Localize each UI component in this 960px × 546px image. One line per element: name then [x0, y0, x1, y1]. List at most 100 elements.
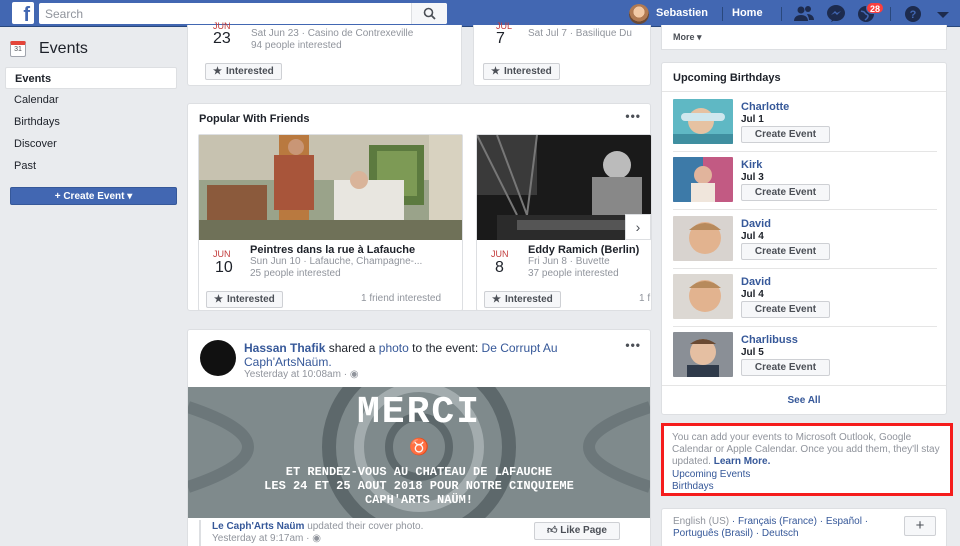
user-name-link[interactable]: Sebastien: [656, 7, 708, 19]
event-card[interactable]: JUL 7 Sat Jul 7 · Basilique Du ★ Interest…: [473, 21, 651, 86]
create-event-button[interactable]: Create Event: [741, 126, 830, 143]
post-timestamp[interactable]: Yesterday at 10:08am · ◉: [244, 369, 359, 380]
export-description: You can add your events to Microsoft Out…: [672, 432, 940, 467]
birthday-date: Jul 5: [741, 347, 764, 358]
author-link[interactable]: Hassan Thafik: [244, 341, 325, 355]
event-details: Sat Jul 7 · Basilique Du: [528, 28, 632, 39]
language-link[interactable]: Deutsch: [762, 528, 799, 539]
page-link[interactable]: Le Caph'Arts Naüm: [212, 521, 304, 532]
interested-label: Interested: [226, 294, 275, 305]
like-page-button[interactable]: 👍︎ Like Page: [534, 522, 620, 540]
star-icon: ★: [214, 294, 223, 305]
sidebar-item-events[interactable]: Events: [5, 67, 177, 89]
interested-button[interactable]: ★ Interested: [483, 63, 560, 80]
birthday-row: Charlotte Jul 1 Create Event: [673, 99, 937, 147]
sidebar-item-birthdays[interactable]: Birthdays: [5, 111, 177, 133]
timestamp-text: Yesterday at 9:17am ·: [212, 533, 310, 544]
more-card: More ▾: [661, 25, 947, 50]
friend-name-link[interactable]: Charlotte: [741, 101, 789, 113]
card-title: Popular With Friends: [199, 113, 310, 125]
birthday-date: Jul 4: [741, 231, 764, 242]
language-link[interactable]: Português (Brasil): [673, 528, 753, 539]
friends-interested: 1 friend interested: [361, 293, 442, 304]
upcoming-events-export-link[interactable]: Upcoming Events: [672, 469, 750, 480]
friend-requests-icon[interactable]: [793, 4, 815, 24]
add-language-plus-icon[interactable]: +: [904, 516, 936, 536]
more-options-icon[interactable]: •••: [625, 109, 641, 123]
home-link[interactable]: Home: [732, 7, 763, 19]
post-header: Hassan Thafik shared a photo to the even…: [244, 341, 614, 369]
sidebar-item-calendar[interactable]: Calendar: [5, 89, 177, 111]
event-card[interactable]: JUN 10 Peintres dans la rue à Lafauche S…: [198, 134, 463, 311]
feed-post: Hassan Thafik shared a photo to the even…: [187, 329, 651, 546]
event-month: JUN: [213, 249, 231, 259]
messenger-icon[interactable]: [825, 4, 847, 24]
event-photo: [199, 135, 462, 240]
globe-privacy-icon: ◉: [312, 533, 321, 544]
see-all-link[interactable]: See All: [662, 395, 946, 406]
taurus-symbol-icon: ♉: [409, 439, 429, 456]
event-card[interactable]: JUN 23 Sat Jun 23 · Casino de Contrexevi…: [187, 21, 462, 86]
friend-photo[interactable]: [673, 157, 733, 202]
interested-button[interactable]: ★ Interested: [484, 291, 561, 308]
calendar-export-notice: You can add your events to Microsoft Out…: [661, 423, 953, 496]
upcoming-events-row: JUN 23 Sat Jun 23 · Casino de Contrexevi…: [187, 21, 651, 88]
sidebar-item-past[interactable]: Past: [5, 155, 177, 177]
friend-name-link[interactable]: Charlibuss: [741, 334, 798, 346]
interested-button[interactable]: ★ Interested: [206, 291, 283, 308]
event-name[interactable]: Eddy Ramich (Berlin): [528, 244, 639, 256]
more-link[interactable]: More ▾: [673, 32, 702, 43]
photo-link[interactable]: photo: [379, 341, 409, 355]
next-arrow-chevron-right-icon[interactable]: ›: [625, 214, 651, 240]
like-page-label: Like Page: [560, 525, 607, 536]
language-link[interactable]: Español: [826, 516, 862, 527]
birthday-date: Jul 3: [741, 172, 764, 183]
friend-photo[interactable]: [673, 332, 733, 377]
birthdays-export-link[interactable]: Birthdays: [672, 481, 714, 492]
page-title: Events: [39, 40, 88, 57]
search-box: [39, 3, 447, 24]
caption-line: CAPH'ARTS NAÜM!: [364, 493, 474, 507]
event-card[interactable]: › JUN 8 Eddy Ramich (Berlin) Fri Jun 8 ·…: [476, 134, 652, 311]
learn-more-link[interactable]: Learn More.: [714, 456, 771, 467]
thumbs-up-icon: 👍︎: [547, 525, 561, 536]
star-icon: ★: [491, 66, 500, 77]
globe-privacy-icon: ◉: [349, 369, 359, 380]
interested-button[interactable]: ★ Interested: [205, 63, 282, 80]
sidebar-item-discover[interactable]: Discover: [5, 133, 177, 155]
friend-name-link[interactable]: David: [741, 218, 771, 230]
author-avatar[interactable]: [200, 340, 236, 376]
event-day: 23: [213, 30, 231, 47]
divider: [673, 326, 937, 327]
account-menu-chevron-down-icon[interactable]: [932, 4, 954, 24]
caret-down-icon: ▾: [127, 191, 133, 202]
interested-label: Interested: [503, 66, 552, 77]
event-name[interactable]: Peintres dans la rue à Lafauche: [250, 244, 415, 256]
facebook-logo-icon[interactable]: f: [12, 2, 34, 24]
export-text: You can add your events to Microsoft Out…: [672, 432, 944, 468]
calendar-icon: 31: [10, 41, 26, 57]
event-month: JUN: [491, 249, 509, 259]
search-button[interactable]: [411, 3, 447, 24]
friend-name-link[interactable]: Kirk: [741, 159, 762, 171]
more-options-icon[interactable]: •••: [625, 338, 641, 352]
create-event-button[interactable]: Create Event: [741, 359, 830, 376]
friend-photo[interactable]: [673, 216, 733, 261]
popular-with-friends-card: Popular With Friends ••• JUN 10 Peintres…: [187, 103, 652, 311]
friend-photo[interactable]: [673, 99, 733, 144]
post-photo[interactable]: MERCI ♉ ET RENDEZ-VOUS AU CHATEAU DE LAF…: [188, 387, 650, 518]
event-details: Sun Jun 10 · Lafauche, Champagne-...: [250, 256, 423, 267]
event-interest-count: 94 people interested: [251, 40, 342, 51]
divider: [781, 7, 782, 21]
create-event-button[interactable]: Create Event: [741, 301, 830, 318]
create-event-button[interactable]: Create Event: [741, 184, 830, 201]
create-event-button[interactable]: Create Event: [741, 243, 830, 260]
user-avatar[interactable]: [629, 4, 649, 24]
language-link[interactable]: Français (France): [738, 516, 817, 527]
friend-photo[interactable]: [673, 274, 733, 319]
friend-name-link[interactable]: David: [741, 276, 771, 288]
help-icon[interactable]: ?: [902, 4, 924, 24]
create-event-button[interactable]: + Create Event ▾: [10, 187, 177, 205]
embedded-timestamp[interactable]: Yesterday at 9:17am · ◉: [212, 533, 321, 544]
current-language: English (US): [673, 516, 730, 527]
